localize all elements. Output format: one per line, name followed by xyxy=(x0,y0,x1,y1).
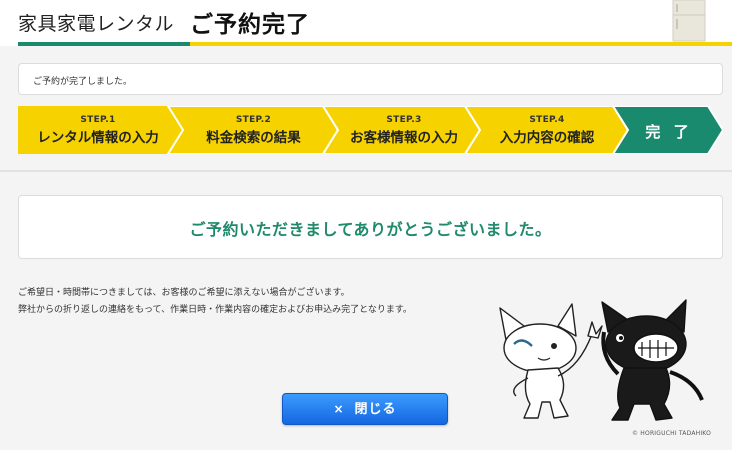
step-4-number: STEP.4 xyxy=(529,115,565,125)
notes: ご希望日・時間帯につきましては、お客様のご希望に添えない場合がございます。 弊社… xyxy=(18,285,488,319)
step-1-label: レンタル情報の入力 xyxy=(37,130,159,146)
close-button[interactable]: × 閉じる xyxy=(282,393,448,425)
completion-message-box: ご予約が完了しました。 xyxy=(18,63,723,95)
thank-you-box: ご予約いただきましてありがとうございました。 xyxy=(18,195,723,259)
header-underline-yellow xyxy=(190,42,732,46)
header-underline-green xyxy=(18,42,190,46)
page-title: ご予約完了 xyxy=(190,12,310,38)
step-4-label: 入力内容の確認 xyxy=(499,130,595,146)
cats-illustration xyxy=(499,299,704,421)
step-5: 完 了 xyxy=(623,106,715,154)
step-2-number: STEP.2 xyxy=(235,115,272,125)
completion-message: ご予約が完了しました。 xyxy=(33,77,133,87)
step-progress: STEP.1 レンタル情報の入力 STEP.2 料金検索の結果 STEP.3 お… xyxy=(18,106,723,154)
section-divider xyxy=(0,170,732,172)
step-4: STEP.4 入力内容の確認 xyxy=(474,106,620,154)
copyright-notice: © HORIGUCHI TADAHIKO xyxy=(632,430,712,437)
header: 家具家電レンタル ご予約完了 xyxy=(0,0,732,46)
close-icon: × xyxy=(333,402,345,416)
step-2-label: 料金検索の結果 xyxy=(206,130,301,146)
step-3-label: お客様情報の入力 xyxy=(350,130,458,146)
step-3-number: STEP.3 xyxy=(386,115,422,125)
note-line-1: ご希望日・時間帯につきましては、お客様のご希望に添えない場合がございます。 xyxy=(18,288,350,298)
brand-name: 家具家電レンタル xyxy=(18,13,175,35)
step-1-number: STEP.1 xyxy=(80,115,116,125)
step-1: STEP.1 レンタル情報の入力 xyxy=(18,106,178,154)
close-button-label: 閉じる xyxy=(354,402,397,417)
black-cat-illustration xyxy=(601,299,704,421)
refrigerator-icon xyxy=(672,0,706,42)
white-cat-illustration xyxy=(499,303,603,419)
step-3: STEP.3 お客様情報の入力 xyxy=(330,106,478,154)
thank-you-message: ご予約いただきましてありがとうございました。 xyxy=(189,220,552,239)
step-5-label: 完 了 xyxy=(645,123,693,141)
note-line-2: 弊社からの折り返しの連絡をもって、作業日時・作業内容の確定およびお申込み完了とな… xyxy=(18,305,412,315)
step-2: STEP.2 料金検索の結果 xyxy=(176,106,331,154)
